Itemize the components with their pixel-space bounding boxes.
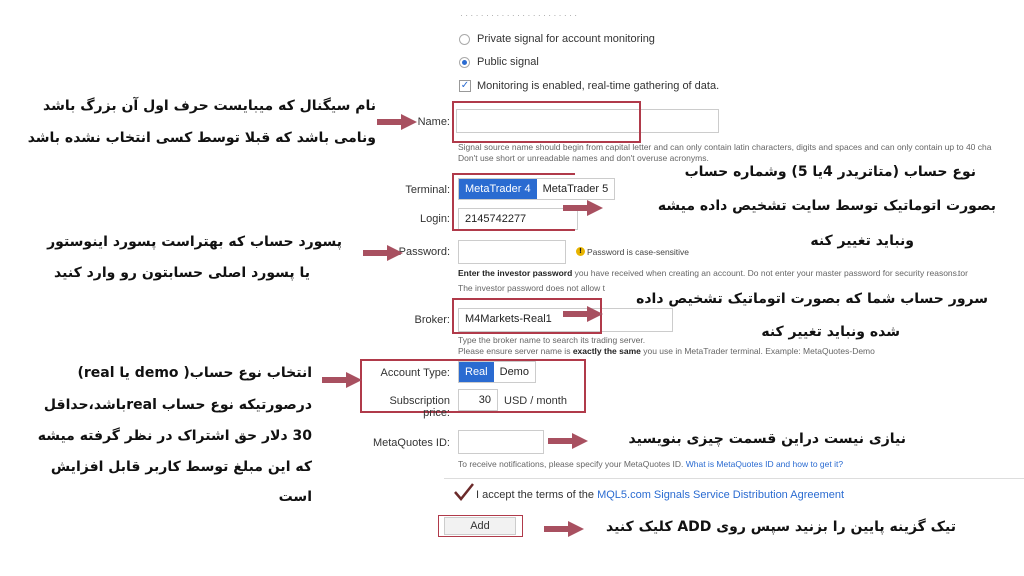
broker-hint-1: Type the broker name to search its tradi… bbox=[458, 335, 646, 345]
annotation-password-1: پسورد حساب که بهتراست پسورد اینوستور bbox=[47, 234, 342, 250]
public-signal-radio[interactable] bbox=[459, 57, 470, 68]
private-signal-label: Private signal for account monitoring bbox=[477, 33, 655, 45]
annotation-account-5: است bbox=[278, 489, 312, 505]
subscription-unit: USD / month bbox=[504, 395, 567, 407]
annotation-password-2: یا پسورد اصلی حسابتون رو وارد کنید bbox=[54, 265, 310, 281]
metaquotes-arrow-icon bbox=[548, 433, 588, 449]
annotation-account-2: درصورتیکه نوع حساب realباشد،حداقل bbox=[43, 397, 312, 413]
password-hint-rest: you have received when creating an accou… bbox=[572, 268, 960, 278]
password-arrow-icon bbox=[363, 245, 403, 261]
annotation-name-2: ونامی باشد که قبلا توسط کسی انتخاب نشده … bbox=[27, 130, 376, 146]
annotation-terminal-3: ونباید تغییر کنه bbox=[810, 233, 914, 249]
broker-hint-bold: exactly the same bbox=[572, 346, 641, 356]
annotation-name-1: نام سیگنال که میبایست حرف اول آن بزرگ با… bbox=[42, 98, 376, 114]
password-warning: Password is case-sensitive bbox=[587, 247, 690, 257]
terms-checkmark-icon[interactable] bbox=[453, 482, 475, 502]
annotation-terminal-2: بصورت اتوماتیک توسط سایت تشخیص داده میشه bbox=[657, 198, 996, 214]
public-signal-label: Public signal bbox=[477, 56, 539, 68]
broker-arrow-icon bbox=[563, 306, 603, 322]
broker-hint-pre: Please ensure server name is bbox=[458, 346, 573, 356]
terminal-login-highlight-box bbox=[452, 173, 575, 231]
password-hint-2: The investor password does not allow t bbox=[458, 283, 605, 293]
name-highlight-box bbox=[452, 101, 641, 143]
terms-link[interactable]: MQL5.com Signals Service Distribution Ag… bbox=[597, 489, 844, 501]
annotation-metaquotes: نیازی نیست دراین قسمت چیزی بنویسید bbox=[628, 431, 906, 447]
account-type-selector: Real Demo bbox=[458, 361, 536, 383]
broker-label: Broker: bbox=[414, 314, 450, 326]
account-type-real[interactable]: Real bbox=[459, 362, 494, 382]
terminal-label: Terminal: bbox=[405, 184, 450, 196]
annotation-terminal-1: نوع حساب (متاتریدر 4یا 5) وشماره حساب bbox=[684, 164, 976, 180]
warning-icon: ! bbox=[576, 247, 585, 256]
subscription-label: Subscription price: bbox=[389, 395, 450, 419]
password-hint-tail: tor bbox=[958, 268, 968, 278]
annotation-account-1: انتخاب نوع حساب( demo یا real) bbox=[77, 365, 312, 381]
account-type-demo[interactable]: Demo bbox=[494, 362, 535, 382]
divider bbox=[444, 478, 1024, 479]
account-arrow-icon bbox=[322, 372, 362, 388]
subscription-input[interactable]: 30 bbox=[458, 389, 498, 411]
monitoring-label: Monitoring is enabled, real-time gatheri… bbox=[477, 80, 720, 92]
metaquotes-input[interactable] bbox=[458, 430, 544, 454]
name-hint-1: Signal source name should begin from cap… bbox=[458, 142, 992, 152]
metaquotes-help-link[interactable]: What is MetaQuotes ID and how to get it? bbox=[686, 459, 843, 469]
annotation-account-4: که این مبلغ توسط کاربر قابل افزایش bbox=[50, 459, 312, 475]
broker-hint-post: you use in MetaTrader terminal. Example:… bbox=[640, 346, 875, 356]
name-arrow-icon bbox=[377, 114, 417, 130]
private-signal-radio[interactable] bbox=[459, 34, 470, 45]
terms-text: I accept the terms of the MQL5.com Signa… bbox=[476, 489, 844, 501]
login-label: Login: bbox=[420, 213, 450, 225]
metaquotes-hint: To receive notifications, please specify… bbox=[458, 459, 843, 469]
annotation-broker-1: سرور حساب شما که بصورت اتوماتیک تشخیص دا… bbox=[636, 291, 988, 307]
cutoff-text: · · · · · · · · · · · · · · · · · · · · … bbox=[460, 10, 578, 20]
name-hint-2: Don't use short or unreadable names and … bbox=[458, 153, 709, 163]
password-input[interactable] bbox=[458, 240, 566, 264]
password-hint-bold: Enter the investor password bbox=[458, 268, 573, 278]
add-button[interactable]: Add bbox=[444, 517, 516, 535]
annotation-broker-2: شده ونباید تغییر کنه bbox=[761, 324, 900, 340]
annotation-account-3: 30 دلار حق اشتراک در نظر گرفته میشه bbox=[37, 428, 312, 444]
broker-hint-2: Please ensure server name is exactly the… bbox=[458, 346, 875, 356]
metaquotes-label: MetaQuotes ID: bbox=[372, 437, 450, 449]
password-hint-1: Enter the investor password you have rec… bbox=[458, 268, 959, 278]
terms-pre: I accept the terms of the bbox=[476, 489, 598, 501]
annotation-add: تیک گزینه پایین را بزنید سپس روی ADD کلی… bbox=[606, 519, 956, 535]
metaquotes-hint-pre: To receive notifications, please specify… bbox=[458, 459, 684, 469]
monitoring-checkbox[interactable]: ✓ bbox=[459, 80, 471, 92]
add-arrow-icon bbox=[544, 521, 584, 537]
login-arrow-icon bbox=[563, 200, 603, 216]
account-type-label: Account Type: bbox=[380, 367, 450, 379]
